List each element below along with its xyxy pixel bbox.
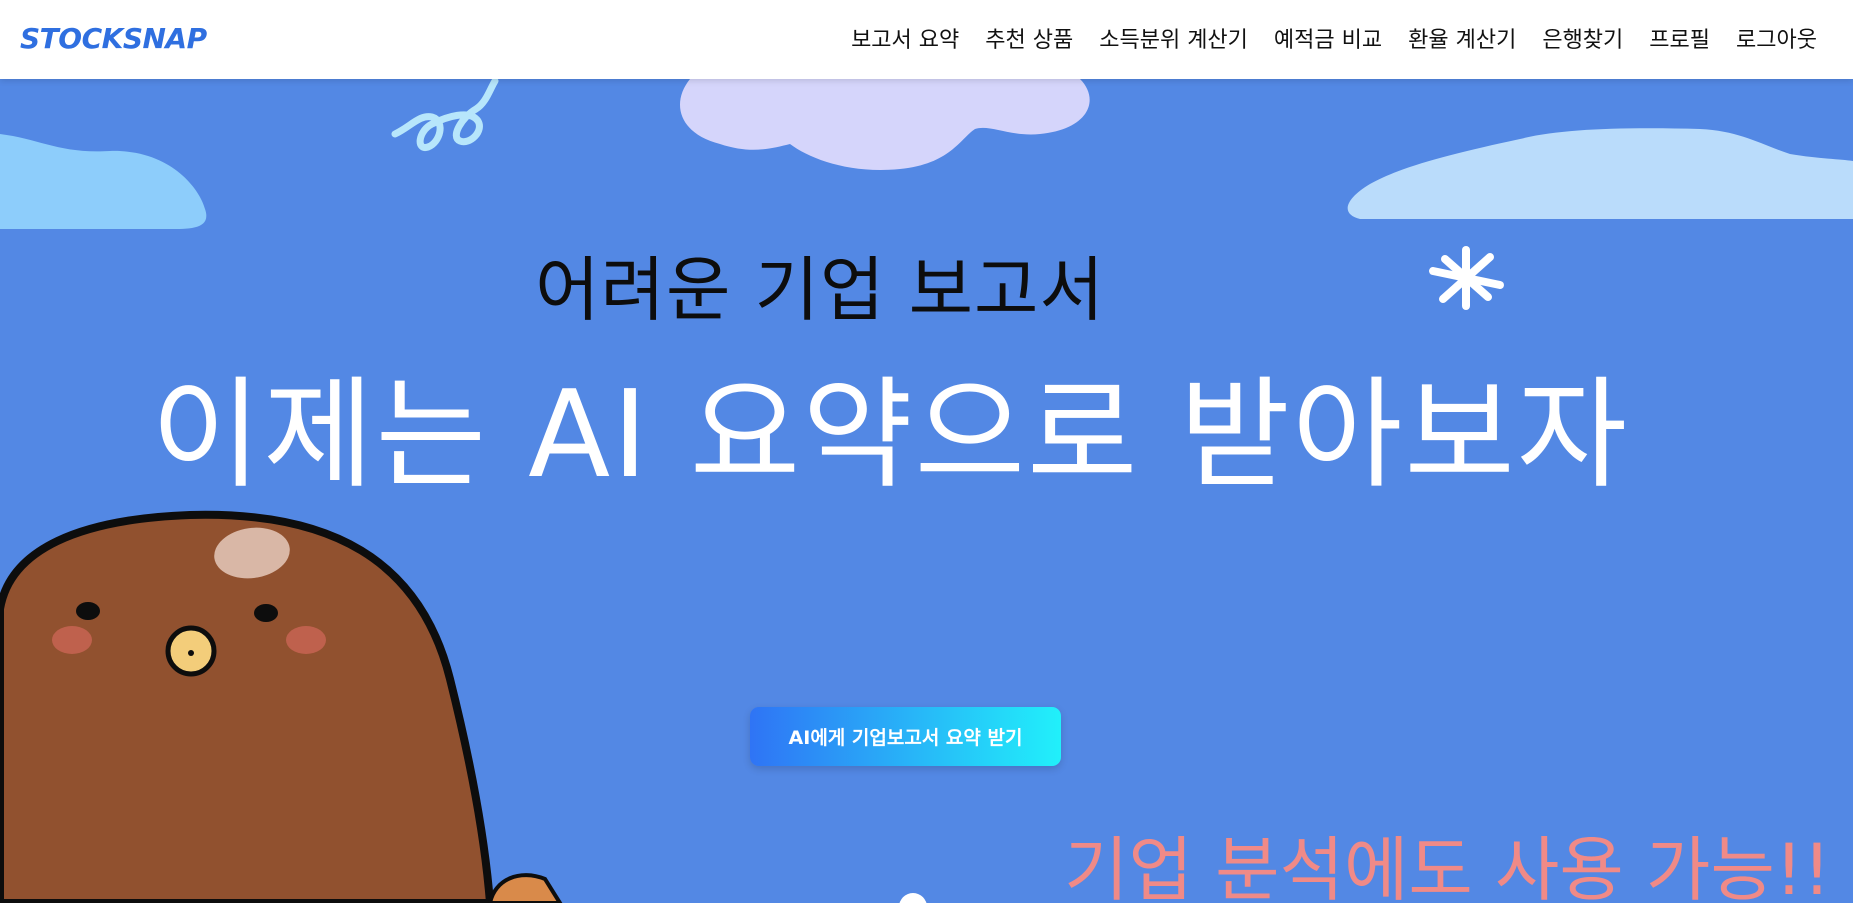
nav-item-deposit-compare[interactable]: 예적금 비교 (1274, 26, 1382, 56)
squiggle-icon (391, 79, 499, 151)
nav-item-find-bank[interactable]: 은행찾기 (1542, 26, 1623, 56)
hero-headline-top: 어려운 기업 보고서 (535, 249, 1105, 331)
nav-item-logout[interactable]: 로그아웃 (1736, 26, 1817, 56)
top-navbar: STOCKSNAP 보고서 요약 추천 상품 소득분위 계산기 예적금 비교 환… (0, 0, 1853, 79)
page: STOCKSNAP 보고서 요약 추천 상품 소득분위 계산기 예적금 비교 환… (0, 0, 1853, 903)
brand-logo[interactable]: STOCKSNAP (20, 22, 207, 55)
nav-item-report-summary[interactable]: 보고서 요약 (851, 26, 959, 56)
hero-section: 어려운 기업 보고서 이제는 AI 요약으로 받아보자 AI에게 기업보고서 요… (0, 79, 1853, 903)
nav-item-exchange-calculator[interactable]: 환율 계산기 (1408, 26, 1516, 56)
cloud-icon (1347, 128, 1853, 219)
hero-sub-headline: 기업 분석에도 사용 가능!! (1064, 829, 1831, 903)
nav-links: 보고서 요약 추천 상품 소득분위 계산기 예적금 비교 환율 계산기 은행찾기… (825, 26, 1817, 56)
mascot-illustration (0, 510, 563, 903)
hero-headline-main: 이제는 AI 요약으로 받아보자 (150, 366, 1630, 505)
ai-summary-button[interactable]: AI에게 기업보고서 요약 받기 (750, 707, 1061, 766)
nav-item-profile[interactable]: 프로필 (1649, 26, 1710, 56)
nav-item-recommended-products[interactable]: 추천 상품 (985, 26, 1073, 56)
cloud-icon (0, 134, 207, 229)
nav-item-income-calculator[interactable]: 소득분위 계산기 (1099, 26, 1248, 56)
cloud-icon (680, 79, 1090, 170)
